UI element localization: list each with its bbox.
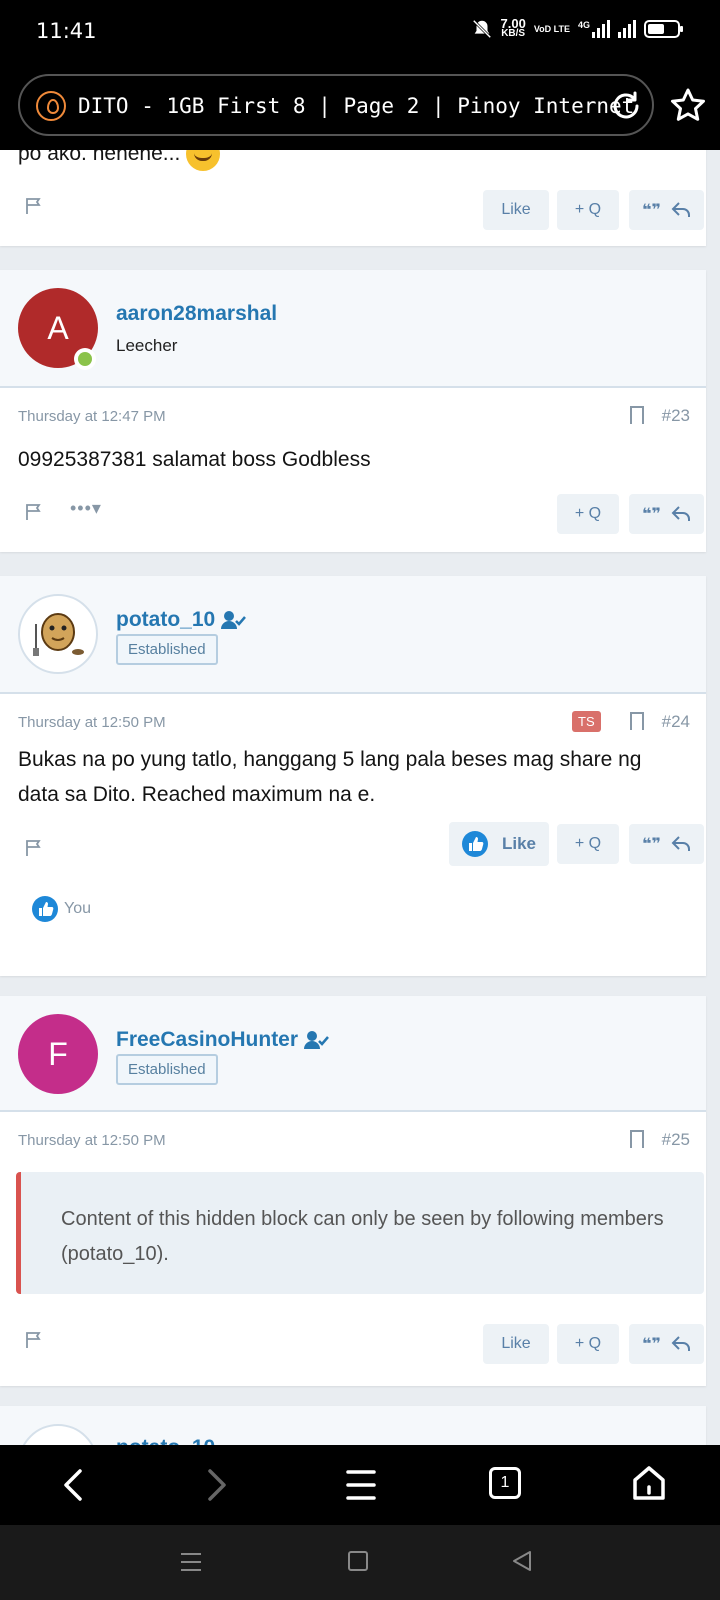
reload-icon[interactable]	[610, 90, 642, 122]
verified-user-icon	[221, 611, 247, 629]
like-button-active[interactable]: Like	[449, 822, 549, 866]
home-icon[interactable]	[632, 1465, 666, 1501]
quote-icon: ❝❞	[642, 506, 661, 523]
user-header: F FreeCasinoHunter Established	[0, 996, 706, 1112]
status-time: 11:41	[36, 19, 97, 43]
username[interactable]: aaron28marshal	[116, 302, 277, 326]
like-button[interactable]: Like	[483, 190, 549, 230]
bookmark-icon[interactable]	[630, 1130, 644, 1153]
quote-reply-button[interactable]: ❝❞	[629, 494, 704, 534]
reply-icon	[671, 202, 690, 217]
avatar[interactable]	[18, 1424, 98, 1445]
post-23: A aaron28marshal Leecher Thursday at 12:…	[0, 270, 706, 552]
post-timestamp[interactable]: Thursday at 12:50 PM	[18, 714, 166, 731]
status-bar: 11:41 7.00 KB/S VoD LTE 4G	[0, 0, 720, 64]
online-status-icon	[74, 348, 96, 370]
thumbs-up-icon	[461, 831, 488, 857]
post-body: po ako. hehehe...	[18, 150, 221, 172]
post-25: F FreeCasinoHunter Established Thursday …	[0, 996, 706, 1386]
post-body: 09925387381 salamat boss Godbless	[18, 448, 371, 471]
back-icon[interactable]	[60, 1469, 88, 1501]
user-header: potato_10 Established	[0, 576, 706, 694]
user-badge: Established	[116, 634, 218, 665]
report-flag-icon[interactable]	[24, 196, 44, 216]
username[interactable]: potato_10	[116, 1436, 215, 1445]
smile-emoji-icon	[186, 150, 221, 172]
like-button[interactable]: Like	[483, 1324, 549, 1364]
potato-avatar-icon	[33, 613, 84, 656]
user-badge: Established	[116, 1054, 218, 1085]
mute-bell-icon	[472, 19, 491, 39]
post-body: Bukas na po yung tatlo, hanggang 5 lang …	[18, 748, 642, 806]
recents-icon[interactable]	[180, 1551, 202, 1573]
user-header: A aaron28marshal Leecher	[0, 270, 706, 388]
thumbs-up-icon	[32, 896, 58, 922]
signal-icon: 4G	[578, 20, 610, 38]
home-nav-icon[interactable]	[348, 1551, 368, 1571]
multiquote-button[interactable]: + Q	[557, 190, 619, 230]
reaction-users: You	[64, 900, 91, 917]
multiquote-button[interactable]: + Q	[557, 1324, 619, 1364]
network-speed: 7.00 KB/S	[500, 16, 526, 39]
quote-icon: ❝❞	[642, 202, 661, 219]
user-header: potato_10	[0, 1406, 706, 1445]
quote-icon: ❝❞	[642, 1336, 661, 1353]
quote-reply-button[interactable]: ❝❞	[629, 190, 704, 230]
post-number[interactable]: #24	[662, 712, 690, 732]
user-title: Leecher	[116, 336, 178, 355]
post-number[interactable]: #23	[662, 406, 690, 426]
username[interactable]: FreeCasinoHunter	[116, 1028, 330, 1052]
avatar[interactable]	[18, 594, 98, 674]
signal-icon-2	[618, 20, 636, 38]
report-flag-icon[interactable]	[24, 502, 44, 522]
back-nav-icon[interactable]	[512, 1550, 532, 1572]
battery-icon	[644, 20, 683, 38]
page-title: DITO - 1GB First 8 | Page 2 | Pinoy Inte…	[78, 94, 635, 118]
reactions-bar[interactable]: You	[32, 896, 91, 922]
bookmark-star-icon[interactable]	[668, 86, 708, 126]
quote-reply-button[interactable]: ❝❞	[629, 1324, 704, 1364]
quote-reply-button[interactable]: ❝❞	[629, 824, 704, 864]
username[interactable]: potato_10	[116, 608, 247, 632]
tabs-icon[interactable]: 1	[489, 1467, 521, 1499]
quote-icon: ❝❞	[642, 836, 661, 853]
multiquote-button[interactable]: + Q	[557, 494, 619, 534]
status-icons: 7.00 KB/S VoD LTE 4G	[471, 16, 683, 40]
thread-starter-badge: TS	[572, 711, 601, 732]
post-26: potato_10	[0, 1406, 706, 1445]
screen: 11:41 7.00 KB/S VoD LTE 4G DITO - 1GB Fir…	[0, 0, 720, 1600]
report-flag-icon[interactable]	[24, 838, 44, 858]
post-timestamp[interactable]: Thursday at 12:47 PM	[18, 408, 166, 425]
bookmark-icon[interactable]	[630, 712, 644, 735]
post-timestamp[interactable]: Thursday at 12:50 PM	[18, 1132, 166, 1149]
hidden-content-block: Content of this hidden block can only be…	[16, 1172, 704, 1294]
menu-icon[interactable]	[344, 1469, 378, 1501]
volte-indicator: VoD LTE	[533, 24, 570, 34]
forward-icon[interactable]	[202, 1469, 230, 1501]
browser-bottom-nav: 1	[0, 1445, 720, 1525]
thread-content: po ako. hehehe... Like + Q ❝❞ A aaron28m…	[0, 150, 720, 1445]
browser-toolbar: DITO - 1GB First 8 | Page 2 | Pinoy Inte…	[0, 64, 720, 150]
hidden-content-text: Content of this hidden block can only be…	[61, 1208, 664, 1265]
address-bar[interactable]: DITO - 1GB First 8 | Page 2 | Pinoy Inte…	[18, 74, 654, 136]
reply-icon	[671, 836, 690, 851]
system-nav-bar	[0, 1525, 720, 1600]
verified-user-icon	[304, 1031, 329, 1049]
report-flag-icon[interactable]	[24, 1330, 44, 1350]
more-options-icon[interactable]: •••▾	[70, 498, 102, 519]
post-22: po ako. hehehe... Like + Q ❝❞	[0, 150, 706, 246]
post-number[interactable]: #25	[662, 1130, 690, 1150]
multiquote-button[interactable]: + Q	[557, 824, 619, 864]
avatar[interactable]: F	[18, 1014, 98, 1094]
reply-icon	[671, 1336, 690, 1351]
bookmark-icon[interactable]	[630, 406, 644, 429]
site-icon[interactable]	[36, 91, 66, 121]
post-24: potato_10 Established Thursday at 12:50 …	[0, 576, 706, 976]
reply-icon	[671, 506, 690, 521]
